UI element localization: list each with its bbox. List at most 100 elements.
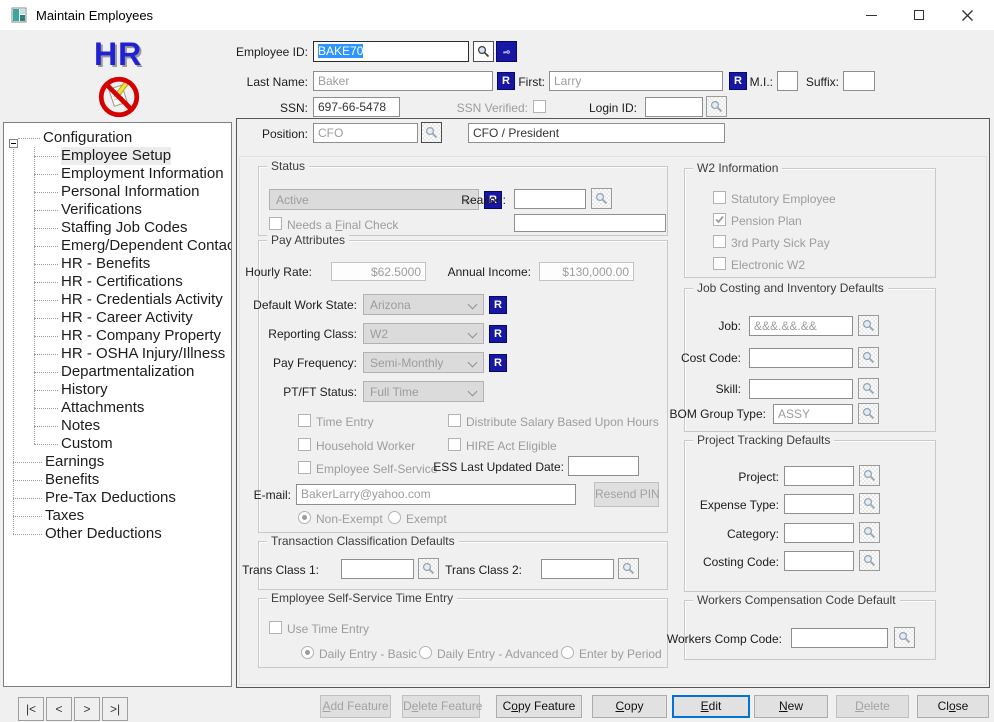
login-key-button[interactable]	[496, 41, 517, 62]
delete-button[interactable]: Delete	[836, 695, 909, 718]
trans-class-2-input[interactable]	[541, 559, 614, 579]
cost-code-lookup-button[interactable]	[858, 347, 879, 368]
tree-item-hr-benefits[interactable]: HR - Benefits	[4, 255, 231, 273]
daily-entry-advanced-radio[interactable]	[419, 646, 432, 659]
login-id-lookup-button[interactable]	[706, 96, 727, 117]
daily-entry-basic-radio[interactable]	[301, 646, 314, 659]
last-record-button[interactable]: >|	[102, 697, 128, 721]
login-id-input[interactable]	[645, 97, 703, 117]
employee-self-service-checkbox[interactable]	[298, 461, 311, 474]
bom-group-type-lookup-button[interactable]	[858, 403, 879, 424]
add-feature-button[interactable]: Add Feature	[320, 695, 391, 718]
tree-item-personal-information[interactable]: Personal Information	[4, 183, 231, 201]
ptft-status-dropdown[interactable]: Full Time	[363, 381, 484, 402]
time-entry-checkbox[interactable]	[298, 414, 311, 427]
minimize-button[interactable]	[848, 0, 894, 30]
tree-item-emerg-dependent-contacts[interactable]: Emerg/Dependent Contacts	[4, 237, 231, 255]
tree-item-hr-osha-injury-illness[interactable]: HR - OSHA Injury/Illness	[4, 345, 231, 363]
distribute-salary-checkbox[interactable]	[448, 414, 461, 427]
job-lookup-button[interactable]	[858, 315, 879, 336]
trans-class-2-lookup-button[interactable]	[618, 558, 639, 579]
pay-frequency-r-button[interactable]: R	[489, 354, 507, 372]
default-work-state-dropdown[interactable]: Arizona	[363, 294, 484, 315]
employee-id-lookup-button[interactable]	[473, 41, 494, 62]
trans-class-1-input[interactable]	[341, 559, 414, 579]
close-button[interactable]	[944, 0, 990, 30]
tree-item-employment-information[interactable]: Employment Information	[4, 165, 231, 183]
electronic-w2-checkbox[interactable]	[713, 257, 726, 270]
tree-item-benefits[interactable]: Benefits	[4, 471, 231, 489]
tree-item-staffing-job-codes[interactable]: Staffing Job Codes	[4, 219, 231, 237]
ssn-input[interactable]: 697-66-5478	[313, 97, 400, 117]
reporting-class-r-button[interactable]: R	[489, 325, 507, 343]
tree-item-configuration[interactable]: Configuration	[4, 129, 231, 147]
cost-code-input[interactable]	[749, 348, 853, 368]
first-name-input[interactable]: Larry	[549, 71, 723, 91]
third-party-sick-pay-checkbox[interactable]	[713, 235, 726, 248]
tree-item-verifications[interactable]: Verifications	[4, 201, 231, 219]
tree-item-employee-setup[interactable]: Employee Setup	[4, 147, 231, 165]
status-dropdown[interactable]: Active	[269, 189, 479, 210]
annual-income-input[interactable]: $130,000.00	[539, 262, 634, 281]
workers-comp-code-input[interactable]	[791, 628, 888, 648]
tree-item-history[interactable]: History	[4, 381, 231, 399]
project-input[interactable]	[784, 466, 854, 486]
costing-code-input[interactable]	[784, 551, 854, 571]
pension-plan-checkbox[interactable]	[713, 213, 726, 226]
delete-feature-button[interactable]: Delete Feature	[402, 695, 480, 718]
maximize-button[interactable]	[896, 0, 942, 30]
bom-group-type-input[interactable]: ASSY	[773, 404, 853, 424]
previous-record-button[interactable]: <	[46, 697, 72, 721]
exempt-radio[interactable]	[388, 511, 401, 524]
expense-type-input[interactable]	[784, 494, 854, 514]
use-time-entry-checkbox[interactable]	[269, 621, 282, 634]
email-input[interactable]: BakerLarry@yahoo.com	[296, 484, 576, 505]
skill-lookup-button[interactable]	[858, 378, 879, 399]
tree-item-hr-company-property[interactable]: HR - Company Property	[4, 327, 231, 345]
tree-item-other-deductions[interactable]: Other Deductions	[4, 525, 231, 543]
ssn-verified-checkbox[interactable]	[533, 100, 546, 113]
project-lookup-button[interactable]	[859, 465, 880, 486]
category-lookup-button[interactable]	[859, 522, 880, 543]
reason-lookup-button[interactable]	[591, 188, 612, 209]
suffix-input[interactable]	[843, 71, 875, 91]
tree-item-attachments[interactable]: Attachments	[4, 399, 231, 417]
statutory-employee-checkbox[interactable]	[713, 191, 726, 204]
position-input[interactable]: CFO	[313, 123, 418, 143]
close-window-button[interactable]: Close	[917, 695, 989, 718]
hire-act-eligible-checkbox[interactable]	[448, 438, 461, 451]
position-lookup-button[interactable]	[421, 122, 442, 143]
job-input[interactable]: &&&.&&.&&	[749, 316, 853, 336]
new-button[interactable]: New	[754, 695, 828, 718]
skill-input[interactable]	[749, 379, 853, 399]
category-input[interactable]	[784, 523, 854, 543]
tree-item-custom[interactable]: Custom	[4, 435, 231, 453]
enter-by-period-radio[interactable]	[561, 646, 574, 659]
non-exempt-radio[interactable]	[298, 511, 311, 524]
work-state-r-button[interactable]: R	[489, 296, 507, 314]
resend-pin-button[interactable]: Resend PIN	[594, 482, 659, 507]
household-worker-checkbox[interactable]	[298, 438, 311, 451]
tree-item-hr-credentials-activity[interactable]: HR - Credentials Activity	[4, 291, 231, 309]
tree-item-taxes[interactable]: Taxes	[4, 507, 231, 525]
hourly-rate-input[interactable]: $62.5000	[331, 262, 426, 281]
tree-item-earnings[interactable]: Earnings	[4, 453, 231, 471]
needs-final-check-checkbox[interactable]	[269, 217, 282, 230]
workers-comp-code-lookup-button[interactable]	[894, 627, 915, 648]
tree-item-hr-career-activity[interactable]: HR - Career Activity	[4, 309, 231, 327]
tree-item-notes[interactable]: Notes	[4, 417, 231, 435]
copy-feature-button[interactable]: Copy Feature	[496, 695, 582, 718]
edit-button[interactable]: Edit	[672, 695, 750, 718]
employee-id-input[interactable]: BAKE70	[313, 41, 469, 62]
pay-frequency-dropdown[interactable]: Semi-Monthly	[363, 352, 484, 373]
tree-item-pre-tax-deductions[interactable]: Pre-Tax Deductions	[4, 489, 231, 507]
ess-last-updated-input[interactable]	[568, 456, 639, 476]
copy-button[interactable]: Copy	[592, 695, 667, 718]
trans-class-1-lookup-button[interactable]	[418, 558, 439, 579]
expense-type-lookup-button[interactable]	[859, 493, 880, 514]
reason-input[interactable]	[514, 189, 586, 209]
costing-code-lookup-button[interactable]	[859, 550, 880, 571]
reporting-class-dropdown[interactable]: W2	[363, 323, 484, 344]
tree-item-hr-certifications[interactable]: HR - Certifications	[4, 273, 231, 291]
tree-item-departmentalization[interactable]: Departmentalization	[4, 363, 231, 381]
